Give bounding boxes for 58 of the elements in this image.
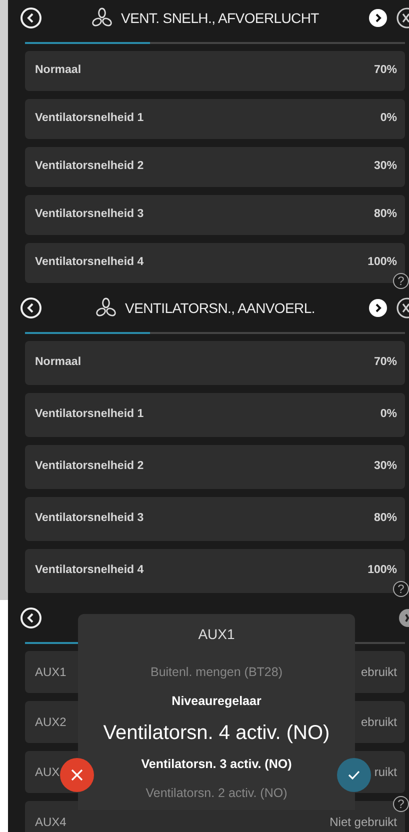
picker-option[interactable]: Ventilatorsn. 3 activ. (NO) — [141, 750, 292, 779]
picker-option[interactable]: Ventilatorsn. 4 activ. (NO) — [103, 716, 330, 750]
setting-label: AUX — [35, 764, 60, 781]
fan-icon — [91, 7, 114, 29]
fan-icon — [95, 297, 118, 319]
help-icon[interactable]: ? — [393, 273, 409, 289]
setting-value: ebruikt — [360, 714, 397, 731]
dialog-title: AUX1 — [198, 625, 235, 644]
close-icon — [71, 769, 83, 781]
setting-value: ruikt — [374, 764, 397, 781]
setting-label: Ventilatorsnelheid 3 — [35, 511, 144, 526]
back-icon[interactable] — [20, 7, 42, 29]
setting-value: 30% — [374, 159, 397, 174]
back-icon[interactable] — [20, 607, 42, 629]
panel-title: VENTILATORSN., AANVOERL. — [125, 298, 315, 318]
close-icon[interactable] — [396, 297, 409, 319]
picker-option[interactable]: Buitenl. mengen (BT28) — [150, 658, 282, 687]
setting-label: Normaal — [35, 63, 82, 78]
next-icon[interactable] — [368, 8, 388, 28]
setting-row[interactable]: Normaal 70% — [25, 51, 405, 91]
setting-label: Normaal — [35, 355, 82, 370]
setting-value: 80% — [374, 511, 397, 526]
close-icon[interactable] — [396, 7, 409, 29]
setting-label: Ventilatorsnelheid 4 — [35, 563, 144, 578]
setting-value: ebruikt — [360, 664, 397, 681]
setting-label: Ventilatorsnelheid 1 — [35, 407, 144, 422]
panel-title: VENT. SNELH., AFVOERLUCHT — [121, 8, 319, 28]
setting-row[interactable]: Ventilatorsnelheid 2 30% — [25, 147, 405, 187]
setting-value: 0% — [380, 407, 397, 422]
setting-row[interactable]: Ventilatorsnelheid 3 80% — [25, 497, 405, 541]
setting-value: 70% — [374, 355, 397, 370]
back-icon[interactable] — [20, 297, 42, 319]
setting-label: Ventilatorsnelheid 2 — [35, 459, 144, 474]
picker-option[interactable]: Niveauregelaar — [172, 687, 262, 716]
setting-row[interactable]: Normaal 70% — [25, 341, 405, 385]
next-icon[interactable] — [398, 608, 409, 628]
setting-value: 30% — [374, 459, 397, 474]
help-icon[interactable]: ? — [393, 796, 409, 812]
setting-row[interactable]: Ventilatorsnelheid 2 30% — [25, 445, 405, 489]
setting-row[interactable]: Ventilatorsnelheid 3 80% — [25, 195, 405, 235]
setting-label: AUX4 — [35, 814, 66, 831]
setting-label: Ventilatorsnelheid 2 — [35, 159, 144, 174]
help-icon[interactable]: ? — [393, 581, 409, 597]
setting-row[interactable]: Ventilatorsnelheid 1 0% — [25, 99, 405, 139]
setting-label: AUX2 — [35, 714, 66, 731]
setting-label: Ventilatorsnelheid 3 — [35, 207, 144, 222]
setting-value: 100% — [368, 255, 397, 270]
check-icon — [348, 770, 360, 780]
setting-row[interactable]: Ventilatorsnelheid 1 0% — [25, 393, 405, 437]
setting-label: Ventilatorsnelheid 4 — [35, 255, 144, 270]
setting-label: AUX1 — [35, 664, 66, 681]
next-icon[interactable] — [368, 298, 388, 318]
setting-value: 80% — [374, 207, 397, 222]
setting-value: 70% — [374, 63, 397, 78]
setting-label: Ventilatorsnelheid 1 — [35, 111, 144, 126]
setting-value: 0% — [380, 111, 397, 126]
setting-value: Niet gebruikt — [330, 814, 397, 831]
setting-value: 100% — [368, 563, 397, 578]
